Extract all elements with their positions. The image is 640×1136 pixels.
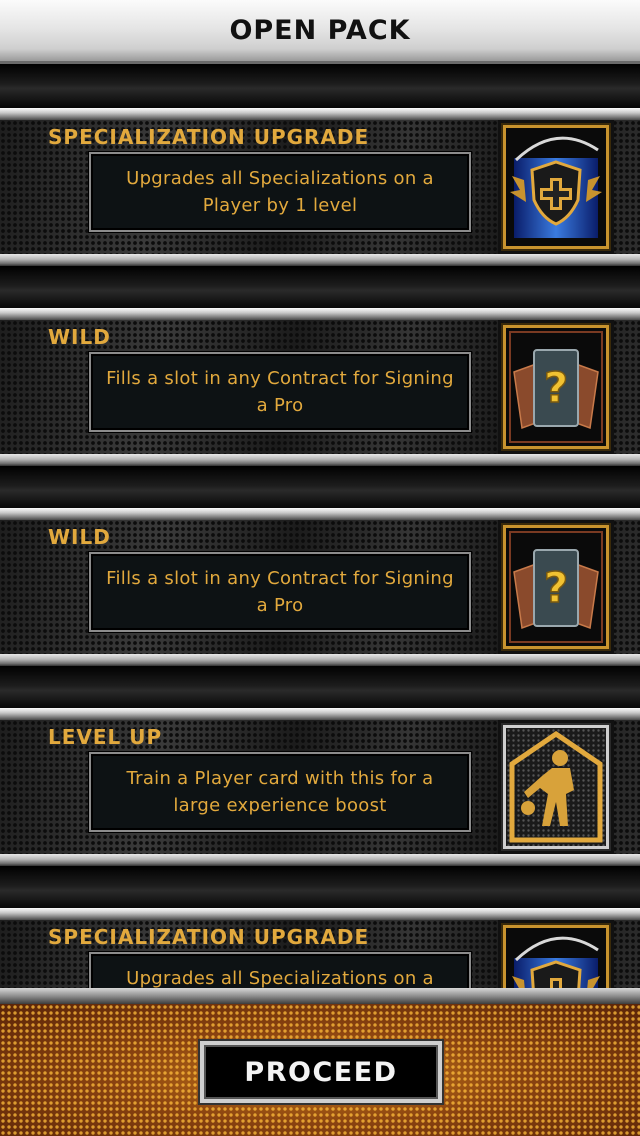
list-item[interactable]: LEVEL UP Train a Player card with this f… bbox=[0, 708, 640, 866]
question-card-icon: ? bbox=[503, 325, 609, 449]
card-rail-top bbox=[0, 308, 640, 320]
card-rail-bottom bbox=[0, 454, 640, 466]
svg-text:?: ? bbox=[544, 563, 568, 612]
shield-cross-icon bbox=[503, 125, 609, 249]
card-rail-bottom bbox=[0, 654, 640, 666]
card-rail-bottom bbox=[0, 254, 640, 266]
list-item[interactable]: WILD Fills a slot in any Contract for Si… bbox=[0, 308, 640, 466]
list-item[interactable]: SPECIALIZATION UPGRADE Upgrades all Spec… bbox=[0, 108, 640, 266]
card-rail-top bbox=[0, 708, 640, 720]
card-description: Train a Player card with this for a larg… bbox=[126, 768, 434, 816]
card-rail-top bbox=[0, 908, 640, 920]
card-rail-bottom bbox=[0, 854, 640, 866]
shield-cross-icon bbox=[503, 925, 609, 988]
card-description-box: Fills a slot in any Contract for Signing… bbox=[89, 352, 471, 432]
card-title: WILD bbox=[48, 525, 111, 549]
list-spacer bbox=[0, 64, 640, 108]
list-spacer bbox=[0, 866, 640, 910]
page-title: OPEN PACK bbox=[229, 15, 411, 46]
header-bar: OPEN PACK bbox=[0, 0, 640, 64]
card-description: Fills a slot in any Contract for Signing… bbox=[106, 368, 454, 416]
card-description: Upgrades all Specializations on a Player… bbox=[126, 968, 434, 988]
card-description: Upgrades all Specializations on a Player… bbox=[126, 168, 434, 216]
list-spacer bbox=[0, 266, 640, 310]
card-title: SPECIALIZATION UPGRADE bbox=[48, 125, 370, 149]
player-silhouette-icon bbox=[503, 725, 609, 849]
question-card-icon: ? bbox=[503, 525, 609, 649]
card-title: LEVEL UP bbox=[48, 725, 163, 749]
card-thumbnail bbox=[498, 120, 614, 254]
card-thumbnail bbox=[498, 920, 614, 988]
card-description-box: Upgrades all Specializations on a Player… bbox=[89, 152, 471, 232]
svg-text:?: ? bbox=[544, 363, 568, 412]
card-description-box: Upgrades all Specializations on a Player… bbox=[89, 952, 471, 988]
card-thumbnail: ? bbox=[498, 520, 614, 654]
card-description: Fills a slot in any Contract for Signing… bbox=[106, 568, 454, 616]
footer-rail bbox=[0, 988, 640, 1004]
list-item[interactable]: WILD Fills a slot in any Contract for Si… bbox=[0, 508, 640, 666]
card-description-box: Fills a slot in any Contract for Signing… bbox=[89, 552, 471, 632]
card-description-box: Train a Player card with this for a larg… bbox=[89, 752, 471, 832]
list-spacer bbox=[0, 466, 640, 510]
card-rail-top bbox=[0, 508, 640, 520]
proceed-button[interactable]: PROCEED bbox=[200, 1041, 442, 1103]
card-thumbnail bbox=[498, 720, 614, 854]
card-thumbnail: ? bbox=[498, 320, 614, 454]
card-title: SPECIALIZATION UPGRADE bbox=[48, 925, 370, 949]
proceed-label: PROCEED bbox=[244, 1056, 398, 1088]
card-rail-top bbox=[0, 108, 640, 120]
pack-contents-list[interactable]: SPECIALIZATION UPGRADE Upgrades all Spec… bbox=[0, 64, 640, 988]
list-item[interactable]: SPECIALIZATION UPGRADE Upgrades all Spec… bbox=[0, 908, 640, 988]
list-spacer bbox=[0, 666, 640, 710]
card-title: WILD bbox=[48, 325, 111, 349]
